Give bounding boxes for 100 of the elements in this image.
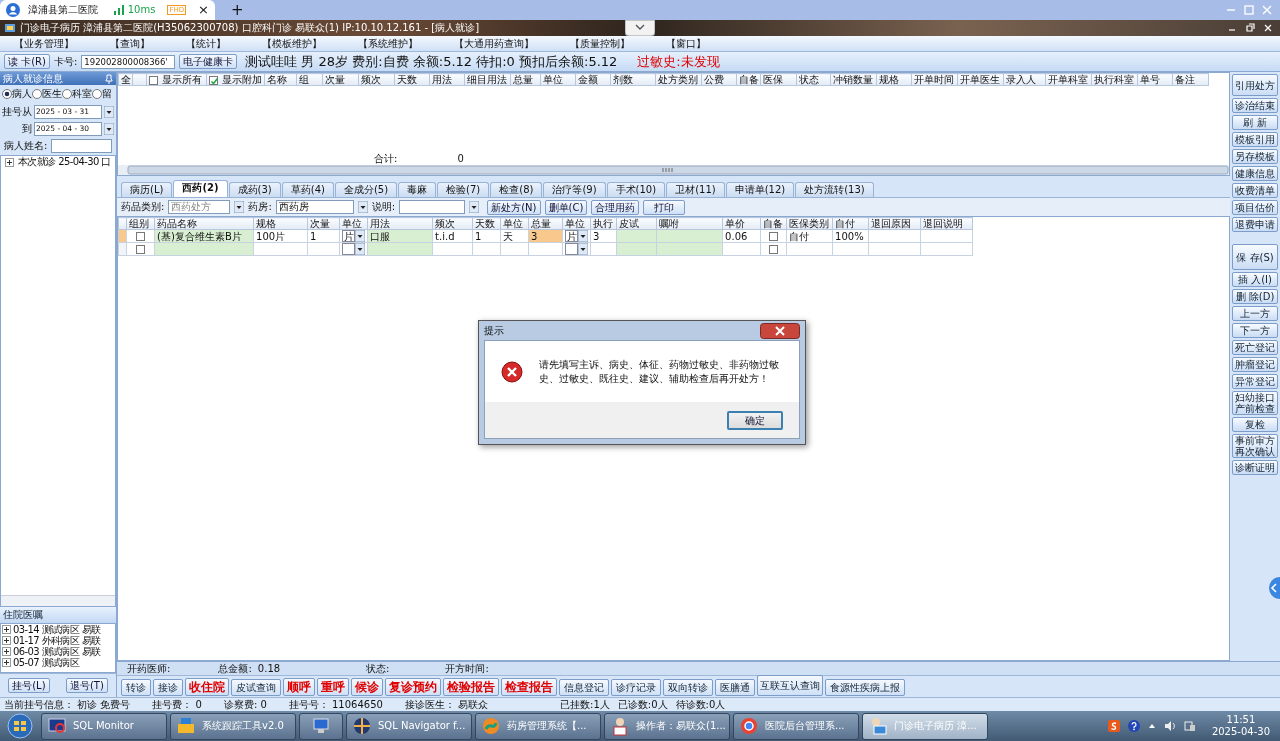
menu-item[interactable]: 【业务管理】 <box>14 37 74 50</box>
radio-button[interactable] <box>62 89 72 99</box>
side-button[interactable]: 肿瘤登记 <box>1232 357 1278 372</box>
side-button[interactable]: 项目估价 <box>1232 200 1278 215</box>
action-button[interactable]: 收住院 <box>185 678 230 696</box>
action-button[interactable]: 食源性疾病上报 <box>825 679 906 696</box>
side-button[interactable]: 插 入(I) <box>1232 272 1278 287</box>
column-header[interactable]: 单位 <box>540 73 576 86</box>
network-icon[interactable] <box>1183 720 1196 732</box>
menu-item[interactable]: 【质量控制】 <box>570 37 630 50</box>
close-button[interactable] <box>760 322 800 339</box>
column-header[interactable]: 单价 <box>722 217 761 230</box>
pin-icon[interactable] <box>105 73 114 84</box>
column-header[interactable]: 单位 <box>500 217 529 230</box>
delete-button[interactable]: 删单(C) <box>544 199 588 215</box>
dropdown-arrow-icon[interactable] <box>234 201 245 213</box>
column-header[interactable]: 药品名称 <box>154 217 254 230</box>
tree-item[interactable]: 05-07 测试病区 <box>13 656 80 669</box>
tab-close-button[interactable]: × <box>198 2 209 18</box>
ok-button[interactable]: 确定 <box>727 410 783 430</box>
new-tab-button[interactable]: + <box>231 1 244 19</box>
taskbar-button[interactable]: 操作者：易联众(1... <box>604 712 730 740</box>
dropdown-arrow-icon[interactable] <box>355 230 366 242</box>
side-button[interactable]: 死亡登记 <box>1232 340 1278 355</box>
checkbox[interactable] <box>136 232 146 241</box>
side-button[interactable]: 刷 新 <box>1232 115 1278 130</box>
dropdown-arrow-icon[interactable] <box>357 201 368 213</box>
tab[interactable]: 手术(10) <box>606 182 666 197</box>
column-header[interactable]: 名称 <box>264 73 297 86</box>
side-button[interactable]: 诊断证明 <box>1232 460 1278 475</box>
column-header[interactable]: 金额 <box>575 73 611 86</box>
tab[interactable]: 成药(3) <box>228 182 281 197</box>
column-header[interactable]: 频次 <box>358 73 395 86</box>
register-button[interactable]: 挂号(L) <box>8 678 50 693</box>
column-header[interactable]: 次量 <box>322 73 359 86</box>
tab[interactable]: 检查(8) <box>490 182 543 197</box>
column-header[interactable]: 执行科室 <box>1091 73 1138 86</box>
new-prescription-button[interactable]: 新处方(N) <box>487 199 541 215</box>
dropdown-arrow-icon[interactable] <box>104 105 115 118</box>
action-button[interactable]: 检验报告 <box>443 678 500 696</box>
column-header[interactable]: 规格 <box>876 73 912 86</box>
expand-icon[interactable] <box>5 157 14 167</box>
column-header[interactable]: 医保 <box>760 73 797 86</box>
rational-drug-button[interactable]: 合理用药 <box>591 199 640 215</box>
unit-dropdown[interactable]: 片 <box>565 230 579 242</box>
category-field[interactable]: 西药处方 <box>168 200 231 214</box>
side-button[interactable]: 事前审方再次确认 <box>1232 434 1278 458</box>
column-header[interactable]: 执行 <box>590 217 617 230</box>
column-header[interactable]: 处方类别 <box>655 73 702 86</box>
column-header[interactable]: 用法 <box>429 73 465 86</box>
input-method-icon[interactable] <box>1107 720 1120 732</box>
health-card-button[interactable]: 电子健康卡 <box>179 54 238 69</box>
restore-icon[interactable] <box>1244 23 1258 33</box>
column-header[interactable]: 规格 <box>253 217 308 230</box>
column-header[interactable]: 嘱咐 <box>656 217 723 230</box>
column-header[interactable]: 皮试 <box>616 217 657 230</box>
column-header[interactable]: 医保类别 <box>786 217 833 230</box>
action-button[interactable]: 检查报告 <box>501 678 558 696</box>
column-header[interactable]: 组别 <box>126 217 155 230</box>
pharmacy-field[interactable]: 西药房 <box>275 200 354 214</box>
taskbar-button[interactable]: SQL Monitor <box>41 712 167 740</box>
side-button[interactable]: 健康信息 <box>1232 166 1278 181</box>
tab[interactable]: 处方流转(13) <box>795 182 874 197</box>
action-button[interactable]: 诊疗记录 <box>611 679 662 696</box>
card-number-field[interactable]: 192002800008366' <box>81 54 176 69</box>
tree-item[interactable]: 01-17 外科病区 易联 <box>13 634 101 647</box>
radio-button[interactable] <box>2 89 12 99</box>
side-button[interactable]: 保 存(S) <box>1232 244 1278 270</box>
column-header[interactable]: 总量 <box>528 217 563 230</box>
column-header[interactable]: 细目用法 <box>464 73 511 86</box>
action-button[interactable]: 双向转诊 <box>663 679 714 696</box>
dropdown-arrow-icon[interactable] <box>578 243 589 255</box>
column-header[interactable]: 自备 <box>760 217 787 230</box>
column-header[interactable]: 开单科室 <box>1045 73 1092 86</box>
taskbar-button[interactable] <box>299 712 343 740</box>
column-header[interactable]: 自备 <box>736 73 761 86</box>
tab[interactable]: 检验(7) <box>437 182 490 197</box>
action-button[interactable]: 候诊 <box>351 678 384 696</box>
tab[interactable]: 全成分(5) <box>334 182 398 197</box>
column-header[interactable]: 备注 <box>1172 73 1209 86</box>
patient-name-field[interactable] <box>51 139 113 153</box>
tree-item[interactable]: 06-03 测试病区 易联 <box>13 645 101 658</box>
caret-up-icon[interactable] <box>1147 722 1156 730</box>
column-header[interactable]: 退回说明 <box>920 217 973 230</box>
column-header[interactable]: 总量 <box>510 73 541 86</box>
column-header[interactable]: 录入人 <box>1003 73 1046 86</box>
speaker-icon[interactable] <box>1163 720 1176 732</box>
side-button[interactable]: 诊治结束 <box>1232 98 1278 113</box>
action-button[interactable]: 互联互认查询 <box>757 675 824 696</box>
action-button[interactable]: 皮试查询 <box>231 679 282 696</box>
action-button[interactable]: 医膳通 <box>715 679 756 696</box>
column-header[interactable]: 开单时间 <box>911 73 958 86</box>
column-header[interactable]: 单号 <box>1137 73 1173 86</box>
tab[interactable]: 毒麻 <box>398 182 437 197</box>
tab[interactable]: 西药(2) <box>173 180 228 197</box>
column-header[interactable]: 开单医生 <box>957 73 1004 86</box>
column-header[interactable]: 公费 <box>701 73 737 86</box>
column-header[interactable]: 自付 <box>832 217 869 230</box>
menu-item[interactable]: 【统计】 <box>186 37 226 50</box>
action-button[interactable]: 转诊 <box>121 679 152 696</box>
